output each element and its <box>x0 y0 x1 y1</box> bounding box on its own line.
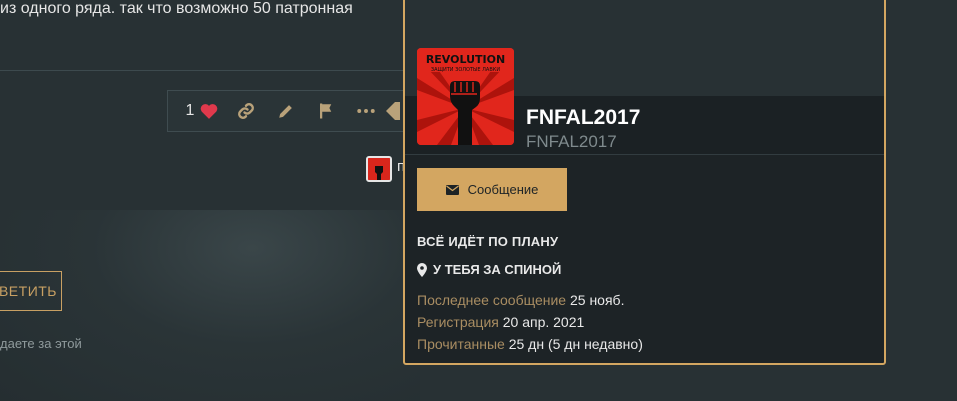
pencil-icon <box>279 105 292 118</box>
message-button[interactable]: Сообщение <box>417 168 567 211</box>
stat-label: Прочитанные <box>417 336 505 352</box>
more-button[interactable] <box>346 91 386 131</box>
stat-registration: Регистрация 20 апр. 2021 <box>417 314 584 330</box>
more-icon <box>357 109 375 113</box>
stat-value: 25 нояб. <box>569 292 625 308</box>
like-count: 1 <box>185 102 195 119</box>
report-button[interactable] <box>306 91 346 131</box>
message-button-label: Сообщение <box>467 182 539 197</box>
post-divider <box>0 70 420 71</box>
reply-area-background <box>0 210 420 401</box>
member-avatar[interactable]: REVOLUTION ЗАЩИТИ ЗОЛОТЫЕ ЛАВКИ <box>417 48 514 145</box>
link-icon <box>238 103 254 119</box>
like-button[interactable]: 1 <box>178 91 226 131</box>
stat-value: 25 дн (5 дн недавно) <box>508 336 643 352</box>
location-label: У ТЕБЯ ЗА СПИНОЙ <box>433 262 562 277</box>
stat-value: 20 апр. 2021 <box>502 314 585 330</box>
raised-fist-icon <box>368 158 390 180</box>
map-marker-icon <box>417 262 427 277</box>
page: из одного ряда. так что возможно 50 патр… <box>0 0 957 401</box>
edit-button[interactable] <box>266 91 306 131</box>
link-button[interactable] <box>226 91 266 131</box>
card-divider <box>405 154 884 155</box>
avatar-text-top: REVOLUTION <box>426 53 505 66</box>
post-action-bar: 1 <box>167 90 412 132</box>
member-tooltip: REVOLUTION ЗАЩИТИ ЗОЛОТЫЕ ЛАВКИ FNFAL201… <box>403 0 886 365</box>
avatar-image: REVOLUTION ЗАЩИТИ ЗОЛОТЫЕ ЛАВКИ <box>417 48 514 145</box>
reply-button[interactable]: ВЕТИТЬ <box>0 271 62 311</box>
member-username[interactable]: FNFAL2017 <box>526 106 640 130</box>
member-location[interactable]: У ТЕБЯ ЗА СПИНОЙ <box>417 262 561 277</box>
post-text: из одного ряда. так что возможно 50 патр… <box>0 0 353 17</box>
avatar-text-sub: ЗАЩИТИ ЗОЛОТЫЕ ЛАВКИ <box>431 67 500 73</box>
envelope-icon <box>445 184 459 195</box>
stat-last-message: Последнее сообщение 25 нояб. <box>417 292 624 308</box>
tag-icon <box>386 102 400 120</box>
stat-label: Последнее сообщение <box>417 292 567 308</box>
member-status: ВСЁ ИДЁТ ПО ПЛАНУ <box>417 234 559 249</box>
stat-read: Прочитанные 25 дн (5 дн недавно) <box>417 336 643 352</box>
flag-icon <box>320 103 332 119</box>
mini-avatar[interactable] <box>366 156 392 182</box>
reply-hint: даете за этой <box>0 336 82 351</box>
bookmark-button[interactable] <box>386 91 400 131</box>
reply-label: ВЕТИТЬ <box>0 283 57 299</box>
heart-icon <box>201 104 218 119</box>
stat-label: Регистрация <box>417 314 499 330</box>
member-title: FNFAL2017 <box>526 132 617 151</box>
